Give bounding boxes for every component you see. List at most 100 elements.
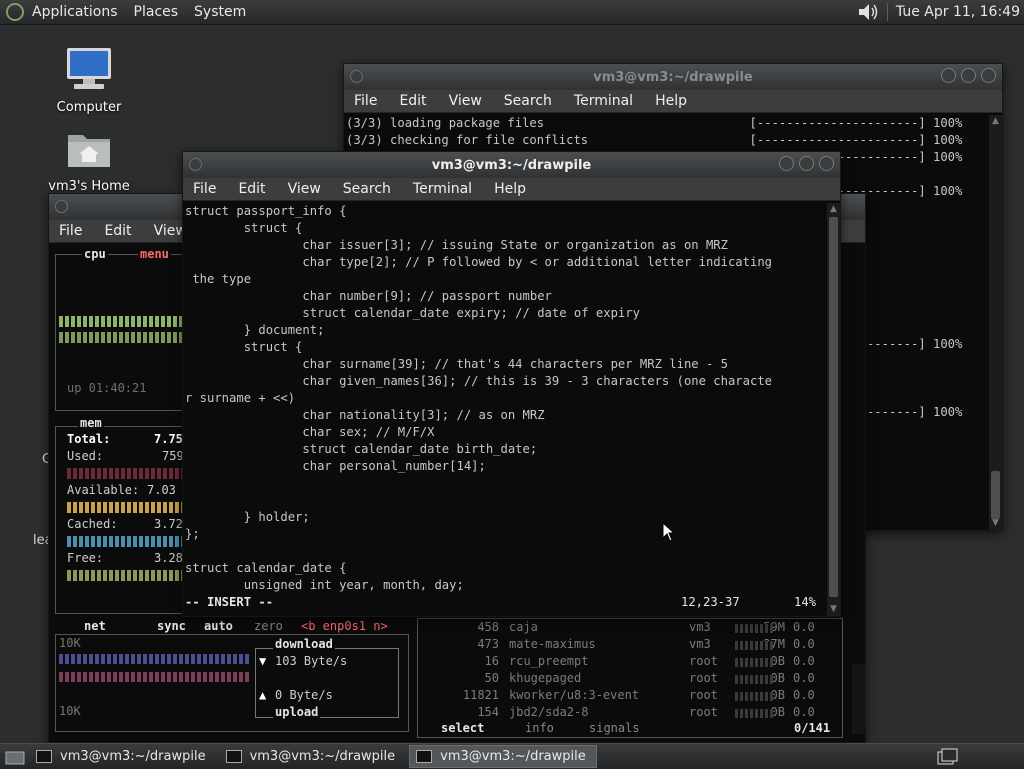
net-upload-graph [59,672,249,682]
net-download-graph [59,654,249,664]
terminal-line: struct passport_info { [185,204,347,218]
menu-file[interactable]: File [59,223,82,239]
scroll-up-arrow-icon[interactable]: ▲ [827,203,840,216]
process-mem-graph [735,709,773,718]
taskbar-item-active[interactable]: vm3@vm3:~/drawpile [409,745,597,768]
terminal-line: struct calendar_date expiry; // date of … [185,306,640,320]
menu-file[interactable]: File [354,93,377,109]
process-cpu: 0.0 [793,654,815,668]
front-terminal-window[interactable]: vm3@vm3:~/drawpile File Edit View Search… [182,151,841,617]
process-pid: 154 [477,705,499,719]
mem-free-value: 3.28 [154,551,183,565]
process-row[interactable]: 458 caja vm3 59M 0.0 [417,620,841,637]
home-folder-icon [68,135,110,167]
process-pid: 16 [484,654,499,668]
menu-edit[interactable]: Edit [238,181,265,197]
taskbar-item[interactable]: vm3@vm3:~/drawpile [220,746,406,767]
menu-terminal[interactable]: Terminal [574,93,633,109]
process-cpu: 0.0 [793,705,815,719]
clock[interactable]: Tue Apr 11, 16:49 [896,4,1020,20]
workspace-switcher-icon[interactable] [936,747,960,767]
menu-search[interactable]: Search [343,181,391,197]
process-mem-graph [735,658,773,667]
mem-used-bar [67,468,185,479]
process-row[interactable]: 16 rcu_preempt root 0B 0.0 [417,654,841,671]
back-menubar: File Edit View Search Terminal Help [344,90,1002,113]
front-window-titlebar[interactable]: vm3@vm3:~/drawpile [183,152,840,178]
minimize-button[interactable] [941,68,956,83]
scroll-thumb[interactable] [829,217,838,597]
terminal-line: struct calendar_date { [185,561,347,575]
mate-logo-icon[interactable] [6,3,24,21]
applications-menu[interactable]: Applications [32,4,118,20]
scroll-up-arrow-icon[interactable]: ▲ [989,115,1002,128]
terminal-line: struct { [185,221,303,235]
close-button[interactable] [981,68,996,83]
net-sync-toggle[interactable]: sync [155,619,188,633]
computer-icon [67,48,111,89]
places-menu[interactable]: Places [134,4,179,20]
process-row[interactable]: 11821 kworker/u8:3-event root 0B 0.0 [417,688,841,705]
home-label: vm3's Home [48,179,130,194]
menu-help[interactable]: Help [494,181,526,197]
back-window-titlebar[interactable]: vm3@vm3:~/drawpile [344,64,1002,90]
menu-help[interactable]: Help [655,93,687,109]
net-auto-toggle[interactable]: auto [202,619,235,633]
window-menu-button[interactable] [55,200,68,213]
process-cpu: 0.0 [793,688,815,702]
terminal-icon [416,750,433,763]
scroll-thumb[interactable] [991,471,1000,519]
process-row[interactable]: 154 jbd2/sda2-8 root 0B 0.0 [417,705,841,722]
menu-edit[interactable]: Edit [399,93,426,109]
proc-signals-button[interactable]: signals [587,721,642,735]
download-arrow-icon: ▼ [259,654,267,668]
scroll-down-arrow-icon[interactable]: ▼ [989,517,1002,530]
terminal-line: } document; [185,323,325,337]
proc-select-button[interactable]: select [439,721,487,735]
front-scrollbar[interactable]: ▲ ▼ [827,203,840,616]
net-zero-toggle[interactable]: zero [252,619,285,633]
net-interface-selector[interactable]: <b enp0s1 n> [299,619,390,633]
terminal-line: char sex; // M/F/X [185,425,435,439]
mem-cached-label: Cached: [67,517,118,531]
net-scale-bottom: 10K [59,704,81,718]
menu-view[interactable]: View [288,181,321,197]
window-title: vm3@vm3:~/drawpile [593,69,753,85]
process-row[interactable]: 473 mate-maximus vm3 27M 0.0 [417,637,841,654]
menu-view[interactable]: View [449,93,482,109]
process-mem-graph [735,624,773,633]
show-desktop-icon[interactable] [4,748,26,766]
taskbar-item[interactable]: vm3@vm3:~/drawpile [30,746,216,767]
volume-icon[interactable] [857,2,879,22]
maximize-button[interactable] [961,68,976,83]
back-scrollbar[interactable]: ▲ ▼ [989,115,1002,530]
panel-separator [886,3,888,21]
menu-file[interactable]: File [193,181,216,197]
process-pid: 11821 [462,688,499,702]
home-desktop-icon[interactable]: vm3's Home [41,127,137,194]
top-panel: Applications Places System Tue Apr 11, 1… [0,0,1024,25]
close-button[interactable] [819,156,834,171]
window-menu-button[interactable] [350,70,363,83]
system-menu[interactable]: System [194,4,246,20]
menu-search[interactable]: Search [504,93,552,109]
upload-arrow-icon: ▲ [259,688,267,702]
minimize-button[interactable] [779,156,794,171]
menu-label[interactable]: menu [138,247,171,261]
computer-desktop-icon[interactable]: Computer [41,46,137,115]
vim-cursor-position: 12,23-37 [681,595,740,609]
terminal-line: char personal_number[14]; [185,459,486,473]
btop-scrollbar[interactable] [852,664,865,734]
process-name: rcu_preempt [509,654,589,668]
vim-editor-buffer[interactable]: struct passport_info { struct { char iss… [183,203,826,594]
terminal-icon [36,750,52,763]
process-row[interactable]: 50 khugepaged root 0B 0.0 [417,671,841,688]
menu-edit[interactable]: Edit [104,223,131,239]
maximize-button[interactable] [799,156,814,171]
scroll-down-arrow-icon[interactable]: ▼ [827,603,840,616]
window-menu-button[interactable] [189,158,202,171]
download-label: download [273,637,335,651]
terminal-line: }; [185,527,200,541]
menu-terminal[interactable]: Terminal [413,181,472,197]
proc-info-button[interactable]: info [523,721,556,735]
